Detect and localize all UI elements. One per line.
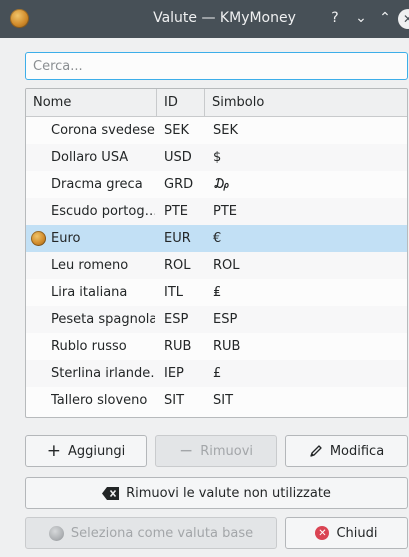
cell-id: ITL [164, 285, 184, 300]
close-window-button[interactable]: ✕ [398, 9, 409, 29]
remove-unused-label: Rimuovi le valute non utilizzate [126, 485, 331, 501]
cell-name: Tallero sloveno [51, 393, 148, 408]
plus-icon: + [46, 440, 61, 461]
base-currency-coin-icon [31, 231, 46, 246]
cell-name: Leu romeno [51, 258, 129, 273]
cell-name: Dracma greca [51, 177, 143, 192]
table-row[interactable]: Escudo portog… PTE PTE [26, 198, 407, 225]
cell-symbol: € [213, 231, 222, 246]
cell-id: RUB [164, 339, 192, 354]
coin-icon [48, 525, 64, 541]
cell-symbol: ESP [213, 312, 238, 327]
cell-id: PTE [164, 204, 188, 219]
cell-id: EUR [164, 231, 191, 246]
remove-button-label: Rimuovi [200, 443, 254, 459]
cell-symbol: $ [213, 150, 222, 165]
search-input[interactable] [25, 52, 408, 80]
currency-table[interactable]: Nome ID Simbolo Corona svedese SEK SEK D… [25, 88, 408, 418]
cell-name: Dollaro USA [51, 150, 129, 165]
add-currency-button[interactable]: + Aggiungi [25, 435, 147, 467]
cell-name: Rublo russo [51, 339, 127, 354]
table-header: Nome ID Simbolo [26, 89, 407, 117]
table-row[interactable]: Leu romeno ROL ROL [26, 252, 407, 279]
close-circle-icon: ✕ [315, 526, 330, 540]
column-header-symbol[interactable]: Simbolo [205, 89, 407, 117]
close-button-label: Chiudi [336, 525, 378, 541]
cell-id: ESP [164, 312, 189, 327]
column-header-name[interactable]: Nome [26, 89, 157, 117]
table-row-selected[interactable]: Euro EUR € [26, 225, 407, 252]
cell-id: SEK [164, 123, 189, 138]
column-header-id[interactable]: ID [157, 89, 205, 117]
table-row[interactable]: Dollaro USA USD $ [26, 144, 407, 171]
window-title: Valute — KMyMoney [153, 10, 296, 26]
table-row[interactable]: Lira italiana ITL ₤ [26, 279, 407, 306]
cell-name: Corona svedese [51, 123, 155, 138]
table-row[interactable]: Rublo russo RUB RUB [26, 333, 407, 360]
table-row[interactable]: Sterlina irlande… IEP £ [26, 360, 407, 387]
minimize-button[interactable]: ⌄ [351, 8, 371, 28]
table-row[interactable]: Dracma greca GRD ₯ [26, 171, 407, 198]
close-button[interactable]: ✕ Chiudi [285, 517, 408, 549]
remove-currency-button[interactable]: − Rimuovi [155, 435, 277, 467]
edit-button-label: Modifica [329, 443, 385, 459]
cell-symbol: ₤ [213, 285, 222, 300]
set-base-label: Seleziona come valuta base [70, 525, 254, 541]
table-row[interactable]: Peseta spagnola ESP ESP [26, 306, 407, 333]
cell-symbol: £ [213, 366, 222, 381]
maximize-button[interactable]: ⌃ [375, 8, 395, 28]
cell-id: IEP [164, 366, 184, 381]
cell-name: Euro [51, 231, 81, 246]
minus-icon: − [178, 440, 194, 461]
cell-name: Escudo portog… [51, 204, 155, 219]
cell-symbol: SIT [213, 393, 234, 408]
set-base-currency-button[interactable]: Seleziona come valuta base [25, 517, 277, 549]
backspace-icon [102, 486, 120, 500]
table-row[interactable]: Tallero sloveno SIT SIT [26, 387, 407, 414]
cell-id: GRD [164, 177, 194, 192]
cell-name: Lira italiana [51, 285, 128, 300]
window-titlebar[interactable]: Valute — KMyMoney ? ⌄ ⌃ ✕ [0, 0, 409, 38]
remove-unused-currencies-button[interactable]: Rimuovi le valute non utilizzate [25, 477, 408, 509]
cell-id: SIT [164, 393, 185, 408]
cell-symbol: RUB [213, 339, 241, 354]
cell-symbol: PTE [213, 204, 237, 219]
edit-currency-button[interactable]: Modifica [285, 435, 408, 467]
cell-name: Sterlina irlande… [51, 366, 155, 381]
help-button[interactable]: ? [325, 8, 345, 28]
pencil-icon [309, 444, 323, 458]
cell-symbol: ROL [213, 258, 240, 273]
cell-symbol: ₯ [213, 177, 230, 192]
cell-id: ROL [164, 258, 191, 273]
cell-name: Peseta spagnola [51, 312, 155, 327]
add-button-label: Aggiungi [67, 443, 126, 459]
table-row[interactable]: Corona svedese SEK SEK [26, 117, 407, 144]
cell-symbol: SEK [213, 123, 238, 138]
cell-id: USD [164, 150, 192, 165]
